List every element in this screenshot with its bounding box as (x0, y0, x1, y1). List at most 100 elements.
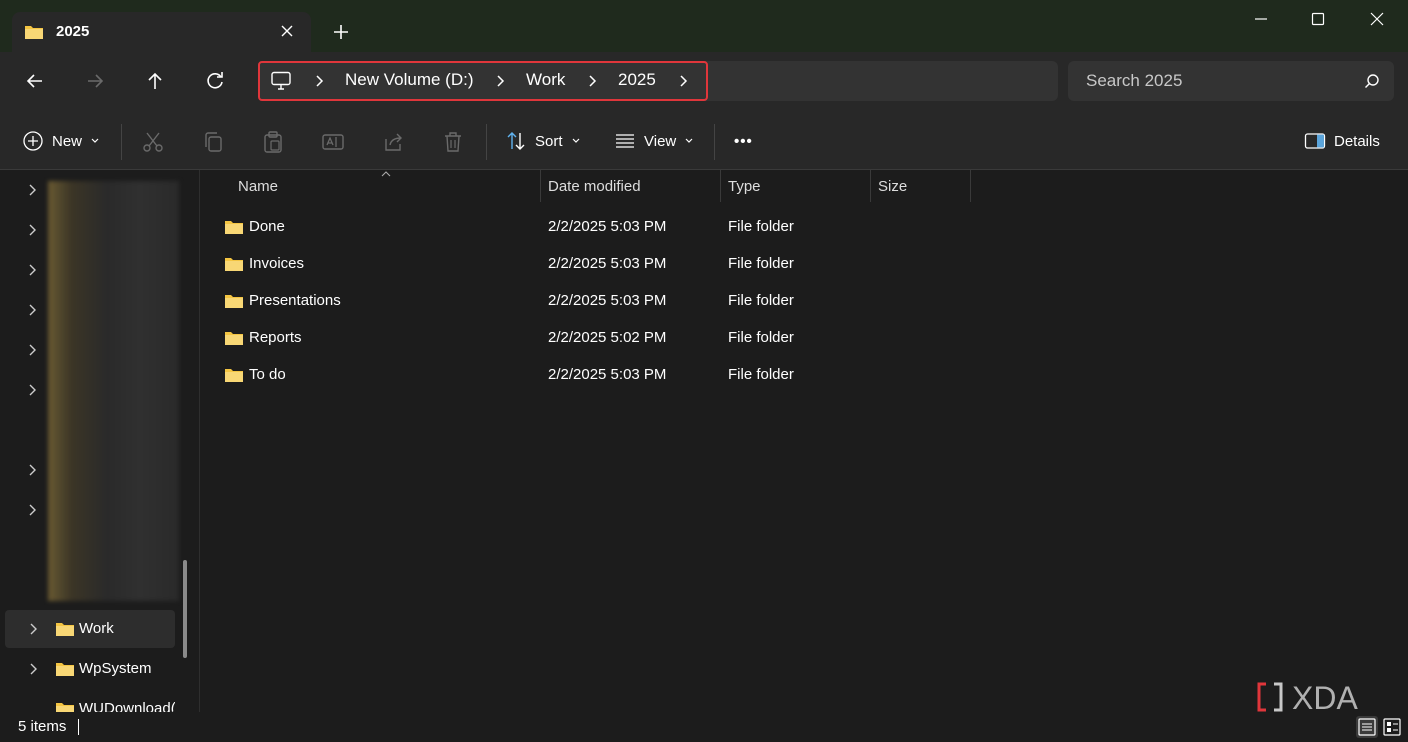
tab-title: 2025 (56, 23, 90, 40)
column-size[interactable]: Size (878, 178, 907, 195)
watermark-text: XDA (1292, 680, 1358, 714)
column-divider[interactable] (720, 170, 721, 202)
sidebar-item-wpsystem[interactable]: WpSystem (5, 650, 175, 688)
tab-active[interactable]: 2025 (12, 12, 311, 52)
new-label: New (52, 132, 83, 150)
status-bar: 5 items (0, 712, 1408, 742)
table-row[interactable]: Reports 2/2/2025 5:02 PM File folder (220, 321, 980, 355)
sort-icon (507, 132, 525, 150)
file-name: Done (249, 218, 285, 235)
sidebar-item-label: Work (79, 620, 114, 637)
breadcrumb-2025[interactable]: 2025 (618, 70, 656, 90)
column-divider[interactable] (970, 170, 971, 202)
details-view-icon[interactable] (1356, 716, 1378, 738)
folder-icon (56, 623, 74, 636)
file-type: File folder (728, 292, 794, 309)
chevron-right-icon[interactable] (26, 503, 38, 517)
sort-button[interactable]: Sort (505, 128, 581, 154)
share-icon[interactable] (381, 130, 405, 154)
title-bar: 2025 (0, 0, 1408, 52)
command-bar: New Sort View ••• Details (0, 110, 1408, 170)
view-list-icon (616, 134, 634, 148)
add-circle-icon (23, 131, 43, 151)
chevron-right-icon[interactable] (26, 383, 38, 397)
status-divider (78, 719, 79, 735)
table-row[interactable]: Done 2/2/2025 5:03 PM File folder (220, 210, 980, 244)
sidebar-item-label: WpSystem (79, 660, 152, 677)
file-date: 2/2/2025 5:03 PM (548, 255, 667, 272)
chevron-right-icon[interactable] (26, 183, 38, 197)
sidebar-item-work[interactable]: Work (5, 610, 175, 648)
close-tab-icon[interactable] (277, 21, 297, 41)
xda-logo: XDA (1257, 680, 1358, 714)
file-date: 2/2/2025 5:03 PM (548, 366, 667, 383)
file-list: Name Date modified Type Size Done 2/2/20… (200, 170, 1408, 712)
chevron-right-icon[interactable] (585, 73, 599, 89)
file-date: 2/2/2025 5:03 PM (548, 218, 667, 235)
folder-icon (225, 258, 243, 271)
table-row[interactable]: Presentations 2/2/2025 5:03 PM File fold… (220, 284, 980, 318)
file-date: 2/2/2025 5:03 PM (548, 292, 667, 309)
chevron-right-icon[interactable] (26, 303, 38, 317)
chevron-right-icon[interactable] (676, 73, 690, 89)
file-name: To do (249, 366, 286, 383)
this-pc-icon[interactable] (270, 71, 292, 91)
back-icon[interactable] (22, 68, 48, 94)
copy-icon[interactable] (201, 130, 225, 154)
sidebar-item-wudownload[interactable]: WUDownload( (5, 690, 175, 712)
address-bar[interactable]: New Volume (D:) Work 2025 (258, 61, 1058, 101)
divider (121, 124, 122, 160)
delete-icon[interactable] (441, 130, 465, 154)
search-placeholder: Search 2025 (1086, 71, 1183, 90)
minimize-icon[interactable] (1246, 8, 1276, 30)
chevron-right-icon[interactable] (26, 223, 38, 237)
column-divider[interactable] (870, 170, 871, 202)
chevron-right-icon[interactable] (312, 73, 326, 89)
item-count: 5 items (18, 718, 67, 735)
file-date: 2/2/2025 5:02 PM (548, 329, 667, 346)
chevron-right-icon[interactable] (26, 263, 38, 277)
new-button[interactable]: New (22, 128, 100, 154)
view-button[interactable]: View (614, 128, 694, 154)
refresh-icon[interactable] (202, 68, 228, 94)
file-type: File folder (728, 218, 794, 235)
search-input[interactable]: Search 2025 (1068, 61, 1394, 101)
chevron-right-icon[interactable] (26, 463, 38, 477)
column-divider[interactable] (540, 170, 541, 202)
rename-icon[interactable] (321, 130, 345, 154)
column-header-row: Name Date modified Type Size (200, 170, 1408, 202)
sort-ascending-icon (381, 171, 391, 177)
forward-icon[interactable] (82, 68, 108, 94)
chevron-down-icon (572, 138, 579, 143)
folder-icon (25, 26, 43, 39)
chevron-right-icon[interactable] (27, 622, 39, 636)
paste-icon[interactable] (261, 130, 285, 154)
details-label: Details (1334, 132, 1380, 150)
chevron-down-icon (685, 138, 693, 143)
folder-icon (225, 369, 243, 382)
cut-icon[interactable] (141, 130, 165, 154)
column-type[interactable]: Type (728, 178, 761, 195)
more-options-button[interactable]: ••• (734, 128, 753, 154)
maximize-icon[interactable] (1303, 8, 1333, 30)
column-name[interactable]: Name (238, 178, 278, 195)
more-icon: ••• (734, 132, 753, 150)
table-row[interactable]: To do 2/2/2025 5:03 PM File folder (220, 358, 980, 392)
breadcrumb-work[interactable]: Work (526, 70, 565, 90)
chevron-right-icon[interactable] (493, 73, 507, 89)
chevron-right-icon[interactable] (26, 343, 38, 357)
close-window-icon[interactable] (1362, 8, 1392, 30)
file-type: File folder (728, 255, 794, 272)
breadcrumb-new-volume[interactable]: New Volume (D:) (345, 70, 473, 90)
new-tab-icon[interactable] (330, 21, 352, 43)
tiles-view-icon[interactable] (1381, 716, 1403, 738)
sidebar-item-label: WUDownload( (79, 700, 175, 712)
up-icon[interactable] (142, 68, 168, 94)
view-label: View (644, 132, 677, 150)
folder-icon (56, 703, 74, 712)
details-button[interactable]: Details (1304, 128, 1380, 154)
column-date-modified[interactable]: Date modified (548, 178, 641, 195)
table-row[interactable]: Invoices 2/2/2025 5:03 PM File folder (220, 247, 980, 281)
chevron-right-icon[interactable] (27, 662, 39, 676)
nav-scrollbar[interactable] (183, 560, 187, 658)
